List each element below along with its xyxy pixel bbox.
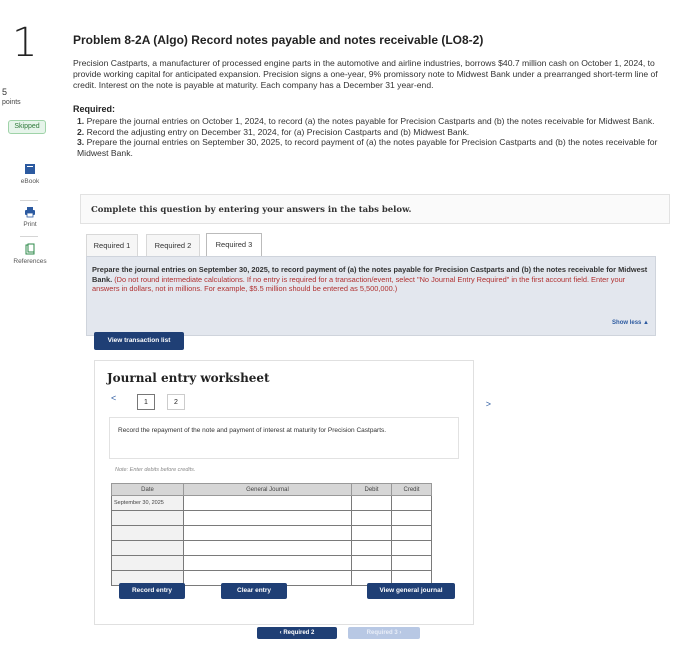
required-item-number: 3.	[77, 137, 85, 147]
problem-title: Problem 8-2A (Algo) Record notes payable…	[73, 33, 484, 47]
required-item: 3. Prepare the journal entries on Septem…	[77, 137, 672, 158]
required-item-number: 2.	[77, 126, 85, 137]
clear-entry-button[interactable]: Clear entry	[221, 583, 287, 599]
debit-cell[interactable]	[351, 525, 392, 541]
ebook-label: eBook	[20, 178, 40, 185]
chevron-left-icon[interactable]: <	[111, 393, 116, 403]
complete-banner-text: Complete this question by entering your …	[91, 205, 412, 215]
points-value: 5	[2, 87, 8, 97]
references-button[interactable]: References	[6, 243, 54, 265]
credit-cell[interactable]	[391, 525, 432, 541]
print-button[interactable]: Print	[6, 206, 54, 228]
column-header-date: Date	[111, 483, 184, 496]
journal-entry-worksheet: Journal entry worksheet < 1 2 > Record t…	[94, 360, 491, 625]
account-cell[interactable]	[183, 525, 352, 541]
column-header-general-journal: General Journal	[183, 483, 352, 496]
debit-cell[interactable]	[351, 510, 392, 526]
table-row	[111, 540, 432, 556]
tab-required-2[interactable]: Required 2	[146, 234, 200, 256]
credit-cell[interactable]	[391, 540, 432, 556]
required-heading: Required:	[73, 104, 116, 114]
required-item-text: Record the adjusting entry on December 3…	[86, 126, 470, 137]
required-list: 1. Prepare the journal entries on Octobe…	[77, 116, 672, 158]
worksheet-note: Note: Enter debits before credits.	[115, 467, 196, 473]
tab-required-3[interactable]: Required 3	[206, 233, 262, 256]
account-cell[interactable]	[183, 495, 352, 511]
column-header-credit: Credit	[391, 483, 432, 496]
journal-table: Date General Journal Debit Credit Septem…	[111, 483, 432, 586]
show-less-link[interactable]: Show less ▲	[612, 320, 649, 326]
task-instructions: Prepare the journal entries on September…	[86, 256, 656, 336]
date-cell[interactable]	[111, 525, 184, 541]
required-item: 2. Record the adjusting entry on Decembe…	[77, 127, 672, 138]
rail-divider	[20, 236, 38, 237]
table-row	[111, 555, 432, 571]
credit-cell[interactable]	[391, 510, 432, 526]
view-general-journal-button[interactable]: View general journal	[367, 583, 455, 599]
required-item-text: Prepare the journal entries on October 1…	[86, 116, 655, 126]
print-icon	[25, 207, 35, 218]
tab-required-1[interactable]: Required 1	[86, 234, 138, 256]
worksheet-page-1[interactable]: 1	[137, 394, 155, 410]
view-transaction-list-button[interactable]: View transaction list	[94, 332, 184, 350]
worksheet-description-box: Record the repayment of the note and pay…	[109, 417, 459, 459]
required-item-number: 1.	[77, 116, 85, 126]
table-row: September 30, 2025	[111, 495, 432, 511]
references-icon	[25, 243, 35, 255]
points-label: points	[2, 99, 21, 106]
required-item-text: Prepare the journal entries on September…	[77, 137, 658, 158]
debit-cell[interactable]	[351, 555, 392, 571]
account-cell[interactable]	[183, 510, 352, 526]
table-row	[111, 525, 432, 541]
ebook-icon	[25, 164, 35, 174]
left-rail: 1 5 points Skipped eBook Print Reference…	[0, 0, 62, 650]
rail-divider	[20, 200, 38, 201]
task-text: Prepare the journal entries on September…	[92, 265, 652, 294]
worksheet-description: Record the repayment of the note and pay…	[118, 427, 387, 434]
credit-cell[interactable]	[391, 555, 432, 571]
problem-intro: Precision Castparts, a manufacturer of p…	[73, 58, 658, 90]
column-header-debit: Debit	[351, 483, 392, 496]
question-number: 1	[12, 20, 38, 66]
date-cell[interactable]	[111, 540, 184, 556]
complete-banner: Complete this question by entering your …	[80, 194, 670, 224]
next-required-button[interactable]: Required 3 ›	[348, 627, 420, 639]
account-cell[interactable]	[183, 540, 352, 556]
worksheet-page-2[interactable]: 2	[167, 394, 185, 410]
references-label: References	[13, 258, 47, 265]
worksheet-title: Journal entry worksheet	[107, 371, 270, 385]
task-red-instructions: (Do not round intermediate calculations.…	[92, 274, 626, 294]
credit-cell[interactable]	[391, 495, 432, 511]
debit-cell[interactable]	[351, 495, 392, 511]
account-cell[interactable]	[183, 555, 352, 571]
date-cell[interactable]	[111, 510, 184, 526]
required-item: 1. Prepare the journal entries on Octobe…	[77, 116, 672, 127]
date-cell[interactable]	[111, 555, 184, 571]
previous-required-button[interactable]: ‹ Required 2	[257, 627, 337, 639]
record-entry-button[interactable]: Record entry	[119, 583, 185, 599]
date-cell[interactable]: September 30, 2025	[111, 495, 184, 511]
print-label: Print	[23, 221, 37, 228]
ebook-button[interactable]: eBook	[6, 163, 54, 185]
debit-cell[interactable]	[351, 540, 392, 556]
status-badge: Skipped	[8, 120, 46, 134]
table-row	[111, 510, 432, 526]
chevron-right-icon[interactable]: >	[486, 399, 491, 409]
